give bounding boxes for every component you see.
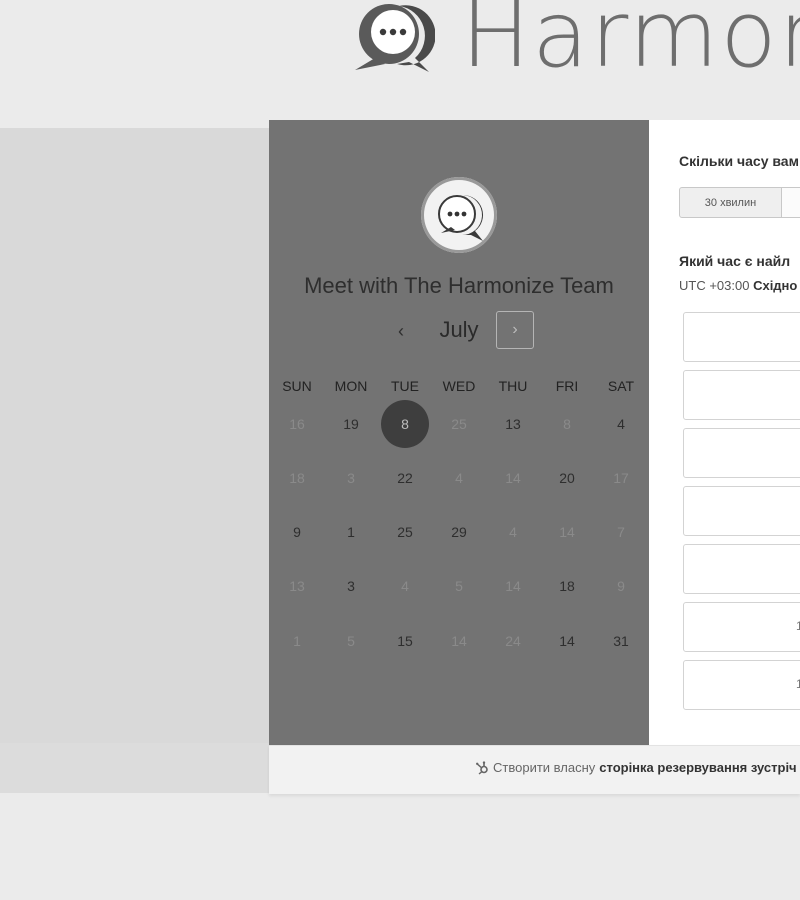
calendar-day[interactable]: 1 <box>331 512 371 552</box>
previous-month-button[interactable]: ‹ <box>386 315 416 347</box>
duration-question: Скільки часу вам <box>679 153 799 169</box>
calendar-day: 1 <box>293 633 301 649</box>
duration-selector: 30 хвилин <box>679 187 800 218</box>
calendar-day[interactable]: 13 <box>493 404 533 444</box>
calendar-day[interactable]: 20 <box>547 458 587 498</box>
calendar-day-grid: 16 19 8 25 13 8 4 18 3 22 4 14 20 17 9 1 25 29 4 14 7 13 3 4 5 14… <box>269 396 649 676</box>
calendar-day: 3 <box>347 470 355 486</box>
left-background-footer <box>0 743 270 793</box>
month-navigation: ‹ July › <box>269 311 649 353</box>
time-slot-button[interactable] <box>683 428 800 478</box>
calendar-day: 5 <box>455 578 463 594</box>
time-slot-button[interactable] <box>683 312 800 362</box>
brand-logo: Harmon <box>345 0 800 90</box>
chat-bubble-logo-icon <box>345 0 436 80</box>
time-slot-button[interactable] <box>683 370 800 420</box>
calendar-day[interactable]: 4 <box>601 404 641 444</box>
time-slot-button[interactable]: 1 <box>683 660 800 710</box>
timezone-offset: UTC +03:00 <box>679 278 750 293</box>
calendar-day: 13 <box>289 578 305 594</box>
calendar-day[interactable]: 29 <box>439 512 479 552</box>
brand-name: Harmon <box>461 0 800 88</box>
calendar-day: 8 <box>563 416 571 432</box>
calendar-day[interactable]: 14 <box>547 621 587 661</box>
calendar-day[interactable]: 31 <box>601 621 641 661</box>
time-slot-button[interactable] <box>683 486 800 536</box>
calendar-day: 4 <box>401 578 409 594</box>
current-month: July <box>439 317 479 342</box>
calendar-day: 24 <box>505 633 521 649</box>
weekday-header: SUN MON TUE WED THU FRI SAT <box>269 378 649 398</box>
calendar-panel: Meet with The Harmonize Team ‹ July › SU… <box>269 120 649 745</box>
weekday-sun: SUN <box>282 378 312 394</box>
booking-options-panel: Скільки часу вам 30 хвилин Який час є на… <box>649 120 800 745</box>
weekday-wed: WED <box>442 378 476 394</box>
time-slot-button[interactable] <box>683 544 800 594</box>
calendar-day[interactable]: 18 <box>547 566 587 606</box>
weekday-fri: FRI <box>555 378 579 394</box>
calendar-day: 4 <box>509 524 517 540</box>
hubspot-sprocket-icon <box>475 760 489 775</box>
weekday-mon: MON <box>334 378 368 394</box>
timezone-label[interactable]: UTC +03:00 Східно <box>679 278 797 293</box>
footer-bar: Створити власну сторінка резервування зу… <box>269 745 800 794</box>
footer-prefix: Створити власну <box>493 760 596 775</box>
footer-link[interactable]: сторінка резервування зустріч <box>599 760 796 775</box>
selected-day[interactable]: 8 <box>381 400 429 448</box>
booking-card: Meet with The Harmonize Team ‹ July › SU… <box>269 120 800 745</box>
calendar-day: 4 <box>455 470 463 486</box>
calendar-day[interactable]: 25 <box>385 512 425 552</box>
duration-option-button[interactable] <box>782 187 800 218</box>
calendar-day: 14 <box>505 578 521 594</box>
calendar-day: 18 <box>289 470 305 486</box>
meeting-title: Meet with The Harmonize Team <box>304 273 614 298</box>
calendar-day[interactable]: 9 <box>277 512 317 552</box>
calendar-day: 14 <box>505 470 521 486</box>
calendar-day: 7 <box>617 524 625 540</box>
weekday-thu: THU <box>498 378 528 394</box>
time-slot-label: 1 <box>796 619 800 633</box>
calendar-day[interactable]: 15 <box>385 621 425 661</box>
team-avatar-icon <box>421 177 497 253</box>
calendar-day[interactable]: 22 <box>385 458 425 498</box>
footer-promo: Створити власну сторінка резервування зу… <box>475 760 797 775</box>
calendar-day: 17 <box>613 470 629 486</box>
calendar-day: 14 <box>559 524 575 540</box>
duration-30-button[interactable]: 30 хвилин <box>679 187 782 218</box>
weekday-tue: TUE <box>391 378 419 394</box>
calendar-day[interactable]: 3 <box>331 566 371 606</box>
left-background-panel <box>0 128 270 743</box>
calendar-day: 25 <box>451 416 467 432</box>
calendar-day: 5 <box>347 633 355 649</box>
calendar-day: 14 <box>451 633 467 649</box>
calendar-day: 16 <box>289 416 305 432</box>
calendar-day[interactable]: 19 <box>331 404 371 444</box>
next-month-button[interactable]: › <box>496 311 534 349</box>
time-slot-button[interactable]: 1 <box>683 602 800 652</box>
calendar-day: 9 <box>617 578 625 594</box>
time-question: Який час є найл <box>679 253 791 269</box>
timezone-name: Східно <box>753 278 798 293</box>
time-slot-label: 1 <box>796 677 800 691</box>
weekday-sat: SAT <box>607 378 635 394</box>
